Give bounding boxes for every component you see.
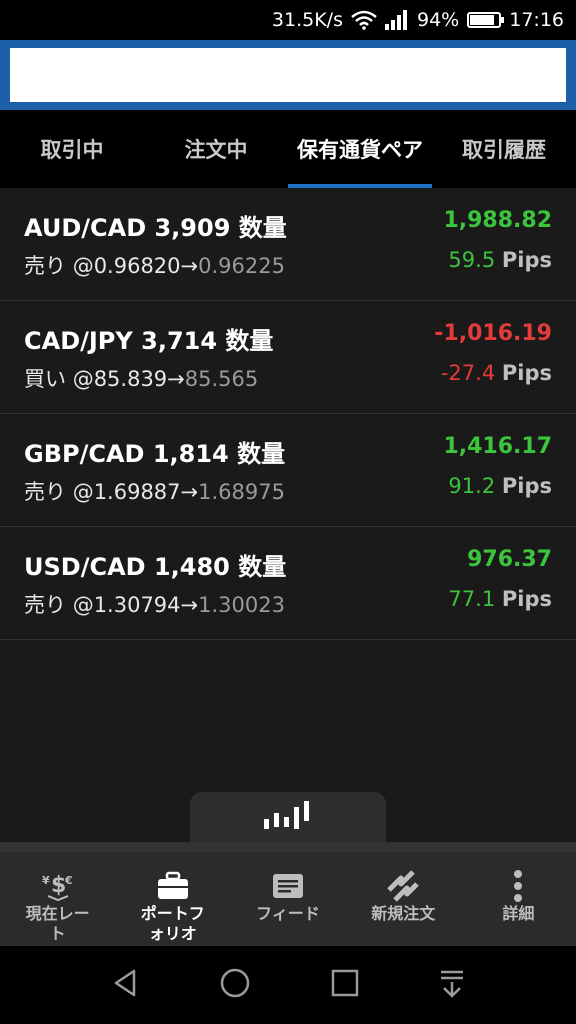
rate-line: 売り @1.30794→1.30023 (24, 589, 285, 619)
quantity: 1,480 (153, 553, 230, 581)
nav-portfolio[interactable]: ポートフ ォリオ (115, 852, 230, 946)
position-row[interactable]: GBP/CAD 1,814 数量 売り @1.69887→1.68975 1,4… (0, 414, 576, 527)
back-icon[interactable] (110, 968, 140, 1002)
pips-line: 59.5 Pips (448, 248, 552, 272)
entry-rate: @1.69887→ (72, 480, 199, 504)
wifi-icon (351, 10, 377, 30)
rate-line: 買い @85.839→85.565 (24, 363, 258, 393)
entry-rate: @1.30794→ (72, 593, 199, 617)
network-speed: 31.5K/s (271, 9, 343, 31)
rate-line: 売り @1.69887→1.68975 (24, 476, 285, 506)
pips-line: 77.1 Pips (448, 587, 552, 611)
pair-name: AUD/CAD (24, 214, 147, 242)
quantity: 3,714 (141, 327, 218, 355)
side: 売り (24, 480, 66, 504)
current-rate: 1.30023 (198, 593, 285, 617)
feed-icon (271, 868, 305, 904)
recents-icon[interactable] (331, 969, 359, 1001)
nav-feed[interactable]: フィード (230, 852, 345, 946)
nav-details[interactable]: 詳細 (461, 852, 576, 946)
side: 買い (24, 367, 66, 391)
app-header (0, 40, 576, 110)
header-search-box[interactable] (10, 48, 566, 102)
nav-label: フィード (256, 904, 320, 923)
quantity-label: 数量 (237, 440, 286, 468)
pips-value: 77.1 (448, 587, 496, 611)
pips-unit: Pips (501, 361, 552, 385)
nav-label: 詳細 (502, 904, 535, 923)
pair-name: USD/CAD (24, 553, 146, 581)
pips-value: 91.2 (448, 474, 496, 498)
clock: 17:16 (509, 9, 564, 31)
pips-line: -27.4 Pips (441, 361, 552, 385)
nav-new-order[interactable]: 新規注文 (346, 852, 461, 946)
tab-holdings[interactable]: 保有通貨ペア (288, 110, 432, 188)
tab-trading[interactable]: 取引中 (0, 110, 144, 188)
currency-rates-icon: ¥ $ € (40, 868, 76, 904)
position-row[interactable]: CAD/JPY 3,714 数量 買い @85.839→85.565 -1,01… (0, 301, 576, 414)
battery-icon (467, 12, 505, 28)
pips-value: 59.5 (448, 248, 496, 272)
nav-label: ポートフ (140, 904, 205, 923)
side: 売り (24, 254, 66, 278)
nav-label: 新規注文 (371, 904, 436, 923)
tab-orders[interactable]: 注文中 (144, 110, 288, 188)
rate-line: 売り @0.96820→0.96225 (24, 250, 285, 280)
quantity-label: 数量 (238, 553, 287, 581)
nav-label: 現在レー (25, 904, 90, 923)
svg-text:€: € (64, 874, 73, 887)
side: 売り (24, 593, 66, 617)
battery-percent: 94% (417, 9, 460, 31)
position-title: AUD/CAD 3,909 数量 (24, 208, 287, 243)
nav-current-rates[interactable]: ¥ $ € 現在レー ト (0, 852, 115, 946)
position-row[interactable]: AUD/CAD 3,909 数量 売り @0.96820→0.96225 1,9… (0, 188, 576, 301)
position-title: USD/CAD 1,480 数量 (24, 547, 286, 582)
svg-text:¥: ¥ (42, 874, 50, 887)
system-navigation-bar (0, 946, 576, 1024)
briefcase-icon (156, 868, 190, 904)
pips-line: 91.2 Pips (448, 474, 552, 498)
quantity: 1,814 (152, 440, 229, 468)
pair-name: GBP/CAD (24, 440, 145, 468)
more-vertical-icon (512, 868, 524, 904)
profit-loss: -1,016.19 (434, 321, 552, 346)
pips-value: -27.4 (440, 361, 496, 385)
bottom-navigation: ¥ $ € 現在レー ト ポートフ ォリオ フィード 新規注文 詳細 (0, 842, 576, 946)
position-row[interactable]: USD/CAD 1,480 数量 売り @1.30794→1.30023 976… (0, 527, 576, 640)
quantity-label: 数量 (225, 327, 274, 355)
pips-unit: Pips (501, 587, 552, 611)
pair-name: CAD/JPY (24, 327, 133, 355)
signal-icon (385, 10, 409, 30)
positions-list: AUD/CAD 3,909 数量 売り @0.96820→0.96225 1,9… (0, 188, 576, 640)
notification-pull-down-icon[interactable] (438, 968, 466, 1002)
profit-loss: 1,416.17 (443, 434, 552, 459)
bar-chart-icon (262, 799, 314, 837)
quantity: 3,909 (154, 214, 231, 242)
tab-history[interactable]: 取引履歴 (432, 110, 576, 188)
pips-unit: Pips (501, 248, 552, 272)
chart-drawer-handle[interactable] (190, 792, 386, 844)
pips-unit: Pips (501, 474, 552, 498)
new-order-icon (385, 868, 421, 904)
quantity-label: 数量 (238, 214, 287, 242)
nav-label-2: ト (49, 924, 66, 943)
entry-rate: @0.96820→ (72, 254, 199, 278)
tab-bar: 取引中 注文中 保有通貨ペア 取引履歴 (0, 110, 576, 188)
home-icon[interactable] (219, 967, 251, 1003)
current-rate: 0.96225 (198, 254, 285, 278)
profit-loss: 976.37 (467, 547, 552, 572)
profit-loss: 1,988.82 (443, 208, 552, 233)
nav-label-2: ォリオ (148, 924, 197, 943)
status-bar: 31.5K/s 94% 17:16 (0, 0, 576, 40)
entry-rate: @85.839→ (72, 367, 185, 391)
position-title: GBP/CAD 1,814 数量 (24, 434, 285, 469)
current-rate: 85.565 (184, 367, 259, 391)
position-title: CAD/JPY 3,714 数量 (24, 321, 273, 356)
current-rate: 1.68975 (198, 480, 285, 504)
